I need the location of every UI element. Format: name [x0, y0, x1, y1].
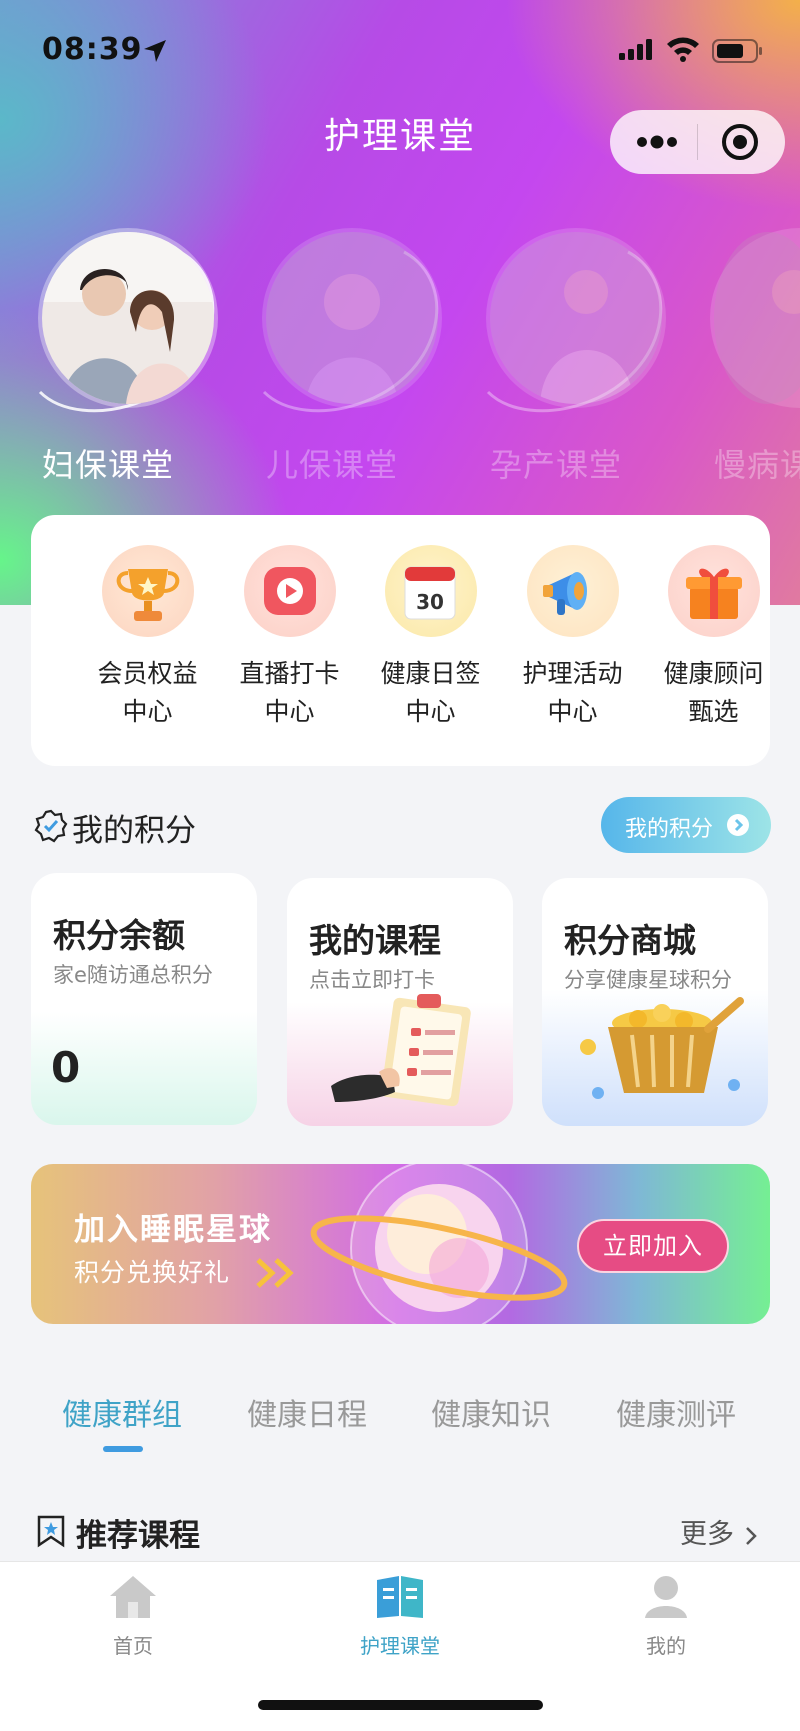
category-chronic[interactable]: 慢病课堂	[692, 222, 800, 484]
tabbar-item-mine[interactable]: 我的	[586, 1572, 746, 1659]
chevron-right-icon	[727, 814, 749, 836]
close-target-icon[interactable]	[720, 122, 760, 162]
points-balance-card[interactable]: 积分余额 家e随访通总积分 0	[31, 873, 257, 1125]
category-avatar	[490, 232, 662, 404]
status-bar: 08:39	[0, 0, 800, 100]
mini-program-capsule	[610, 110, 785, 174]
category-label: 妇保课堂	[42, 446, 175, 484]
capsule-divider	[697, 124, 698, 160]
location-arrow-icon	[144, 40, 166, 62]
planet-illustration	[310, 1164, 568, 1324]
calendar-day: 30	[416, 590, 444, 614]
tabbar-item-nursing-class[interactable]: 护理课堂	[320, 1572, 480, 1659]
calendar-icon: 30	[384, 545, 477, 637]
chevron-right-icon	[745, 1526, 757, 1545]
tabbar-item-home[interactable]: 首页	[53, 1572, 213, 1659]
join-now-button[interactable]: 立即加入	[577, 1219, 729, 1273]
my-points-label: 我的积分	[625, 817, 714, 842]
tabbar-label: 首页	[113, 1634, 153, 1658]
quick-item-line2: 中心	[547, 697, 598, 726]
category-child-health[interactable]: 儿保课堂	[244, 222, 444, 484]
category-women-health[interactable]: 妇保课堂	[20, 222, 220, 484]
card-title: 我的课程	[309, 921, 441, 960]
tab-health-knowledge[interactable]: 健康知识	[431, 1390, 551, 1434]
category-avatar	[266, 232, 438, 404]
home-indicator	[258, 1700, 543, 1710]
quick-menu-card: 会员权益 中心 直播打卡 中心 30 健康日签 中心 护理活动 中心 健康顾问 …	[31, 515, 770, 766]
more-link[interactable]: 更多	[680, 1512, 759, 1551]
user-icon	[645, 1576, 687, 1618]
home-icon	[110, 1576, 156, 1618]
tab-indicator	[103, 1446, 143, 1452]
sleep-planet-banner[interactable]: 加入睡眠星球 积分兑换好礼 立即加入	[31, 1164, 770, 1324]
points-section-header: 我的积分 我的积分	[34, 797, 774, 865]
banner-title: 加入睡眠星球	[74, 1212, 272, 1248]
bookmark-star-icon	[37, 1515, 65, 1548]
points-title: 我的积分	[72, 813, 196, 849]
quick-item-health-sign[interactable]: 30 健康日签中心	[360, 545, 501, 731]
tabbar-label: 护理课堂	[360, 1634, 440, 1658]
trophy-icon	[101, 545, 194, 637]
gift-icon	[667, 545, 760, 637]
points-balance-value: 0	[51, 1043, 81, 1092]
wifi-icon	[667, 37, 699, 62]
card-title: 积分余额	[53, 916, 185, 955]
verified-badge-icon	[34, 809, 68, 843]
quick-item-live-checkin[interactable]: 直播打卡 中心	[219, 545, 360, 731]
book-icon	[377, 1576, 423, 1618]
more-icon[interactable]	[632, 130, 682, 154]
quick-item-line1: 健康顾问	[663, 659, 764, 688]
category-label: 孕产课堂	[490, 446, 623, 484]
points-mall-card[interactable]: 积分商城 分享健康星球积分	[542, 878, 768, 1126]
checklist-clipboard-icon	[331, 994, 471, 1107]
tab-health-assessment[interactable]: 健康测评	[616, 1390, 736, 1434]
my-points-button[interactable]: 我的积分	[601, 797, 771, 853]
status-time: 08:39	[42, 32, 143, 67]
card-subtitle: 分享健康星球积分	[564, 968, 732, 992]
quick-item-line2: 甄选	[688, 697, 739, 726]
shopping-basket-icon	[580, 997, 744, 1099]
my-courses-card[interactable]: 我的课程 点击立即打卡	[287, 878, 513, 1126]
quick-item-line1: 直播打卡	[239, 659, 340, 688]
card-subtitle: 家e随访通总积分	[53, 963, 213, 987]
tab-health-group[interactable]: 健康群组	[62, 1390, 182, 1434]
battery-icon	[712, 39, 762, 63]
category-avatar	[42, 232, 214, 404]
quick-item-nursing-activity[interactable]: 护理活动 中心	[502, 545, 643, 731]
megaphone-icon	[526, 545, 619, 637]
category-label: 儿保课堂	[266, 446, 399, 484]
quick-item-line2: 中心	[122, 697, 173, 726]
quick-item-line2: 中心	[264, 697, 315, 726]
tab-health-schedule[interactable]: 健康日程	[247, 1390, 367, 1434]
category-pregnancy[interactable]: 孕产课堂	[468, 222, 668, 484]
signal-icon	[619, 39, 652, 60]
quick-item-member-rights[interactable]: 会员权益 中心	[77, 545, 218, 731]
quick-item-line1: 会员权益	[97, 659, 198, 688]
quick-item-health-advisor[interactable]: 健康顾问 甄选	[643, 545, 784, 731]
recommend-section-header: 推荐课程 更多	[34, 1515, 774, 1556]
quick-item-line2: 中心	[405, 697, 456, 726]
category-label: 慢病课堂	[714, 446, 800, 484]
health-tabs: 健康群组 健康日程 健康知识 健康测评	[31, 1390, 770, 1452]
quick-item-line1: 护理活动	[522, 659, 623, 688]
more-label: 更多	[680, 1519, 734, 1550]
double-chevron-icon	[256, 1258, 294, 1288]
recommend-title: 推荐课程	[76, 1518, 200, 1554]
tabbar-label: 我的	[646, 1634, 686, 1658]
play-icon	[243, 545, 336, 637]
quick-item-line1: 健康日签	[380, 659, 481, 688]
banner-subtitle: 积分兑换好礼	[74, 1258, 231, 1287]
card-title: 积分商城	[564, 921, 696, 960]
